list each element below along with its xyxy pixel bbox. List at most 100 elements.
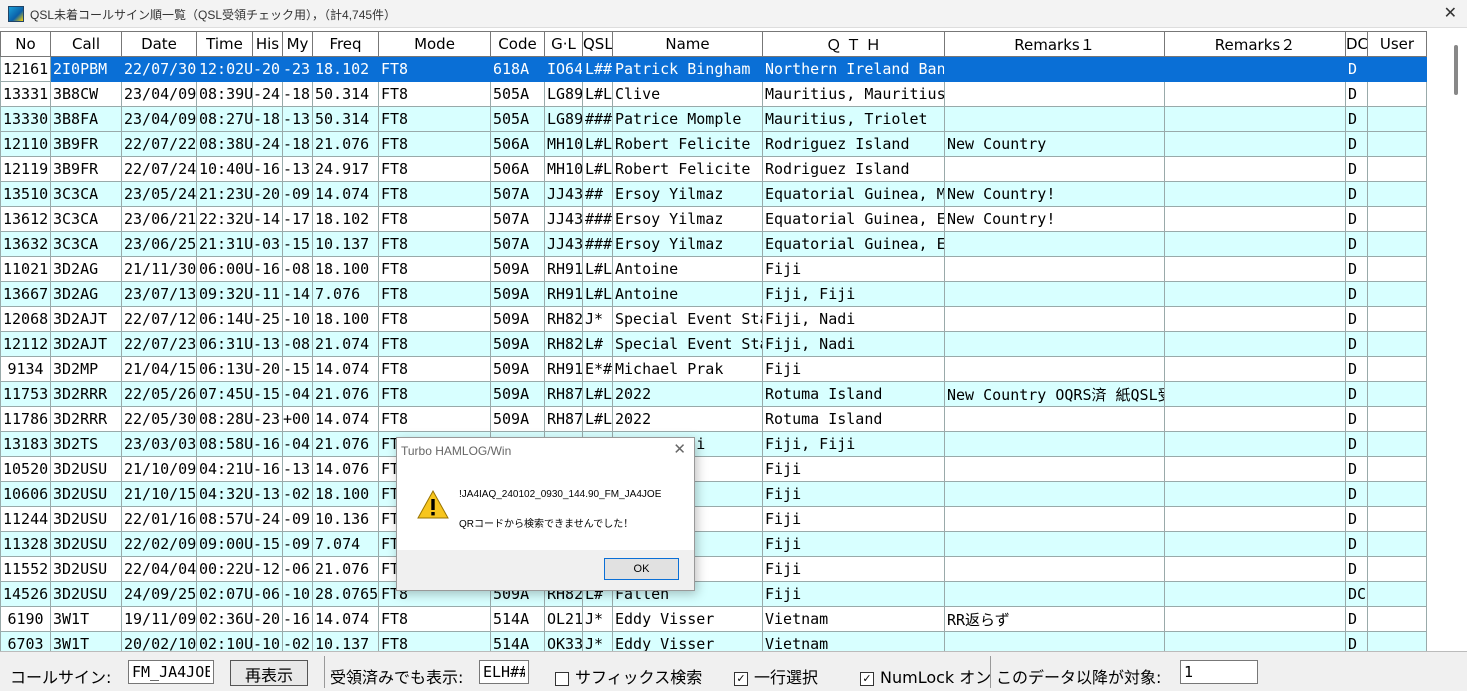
table-cell[interactable]: FT8 — [378, 281, 491, 307]
table-cell[interactable]: E*# — [582, 356, 613, 382]
table-cell[interactable]: -25 — [252, 306, 283, 332]
table-cell[interactable]: -06 — [252, 581, 283, 607]
table-cell[interactable]: 24/09/25 — [121, 581, 197, 607]
table-cell[interactable] — [1164, 156, 1346, 182]
table-cell[interactable]: D — [1345, 431, 1368, 457]
table-cell[interactable] — [1367, 131, 1427, 157]
table-cell[interactable]: L#L — [582, 256, 613, 282]
table-cell[interactable]: -13 — [282, 106, 313, 132]
table-cell[interactable]: 506A — [490, 156, 545, 182]
table-cell[interactable]: -16 — [252, 256, 283, 282]
table-cell[interactable] — [1164, 106, 1346, 132]
table-row[interactable]: 13667 3D2AG 23/07/13 09:32U -11 -14 7.076 FT8 50… — [0, 281, 1427, 307]
table-cell[interactable] — [1164, 631, 1346, 651]
table-cell[interactable]: 07:45U — [196, 381, 253, 407]
table-cell[interactable]: 08:28U — [196, 406, 253, 432]
table-cell[interactable]: New Country! — [944, 181, 1165, 207]
table-cell[interactable]: Antoine — [612, 256, 763, 282]
table-row[interactable]: 12161 2I0PBM 22/07/30 12:02U -20 -23 18.102 FT8… — [0, 56, 1427, 82]
table-cell[interactable]: Robert Felicite — [612, 131, 763, 157]
table-cell[interactable]: Equatorial Guinea, Equ — [762, 231, 945, 257]
table-cell[interactable] — [1367, 231, 1427, 257]
table-cell[interactable]: -08 — [282, 331, 313, 357]
column-header[interactable]: G·L — [544, 31, 583, 57]
table-row[interactable]: 11753 3D2RRR 22/05/26 07:45U -15 -04 21.076 FT8… — [0, 381, 1427, 407]
table-cell[interactable]: -10 — [252, 631, 283, 651]
table-cell[interactable]: D — [1345, 206, 1368, 232]
table-cell[interactable]: D — [1345, 556, 1368, 582]
table-cell[interactable]: 18.102 — [312, 206, 379, 232]
table-cell[interactable]: D — [1345, 331, 1368, 357]
table-cell[interactable] — [1164, 306, 1346, 332]
column-header[interactable]: Ｑ Ｔ Ｈ — [762, 31, 945, 57]
table-cell[interactable]: 12119 — [0, 156, 51, 182]
column-header[interactable]: Code — [490, 31, 545, 57]
table-cell[interactable]: 3D2AG — [50, 281, 122, 307]
table-cell[interactable]: -09 — [282, 506, 313, 532]
table-cell[interactable]: RH87 — [544, 406, 583, 432]
table-cell[interactable]: 12110 — [0, 131, 51, 157]
table-cell[interactable]: 509A — [490, 331, 545, 357]
table-cell[interactable]: 6190 — [0, 606, 51, 632]
ok-button[interactable]: OK — [604, 558, 679, 580]
table-cell[interactable] — [1164, 406, 1346, 432]
table-cell[interactable]: 14.076 — [312, 456, 379, 482]
table-cell[interactable] — [1367, 381, 1427, 407]
table-cell[interactable]: -15 — [252, 381, 283, 407]
table-cell[interactable]: 09:32U — [196, 281, 253, 307]
table-cell[interactable]: -23 — [252, 406, 283, 432]
table-cell[interactable]: 18.100 — [312, 481, 379, 507]
table-row[interactable]: 12110 3B9FR 22/07/22 08:38U -24 -18 21.076 FT8 5… — [0, 131, 1427, 157]
table-row[interactable]: 113283D2USU22/02/0909:00U-15-097.074FT85… — [0, 531, 1427, 557]
table-cell[interactable]: 3D2AJT — [50, 306, 122, 332]
table-cell[interactable]: RH82 — [544, 306, 583, 332]
table-cell[interactable]: -16 — [282, 606, 313, 632]
table-cell[interactable]: 3B8FA — [50, 106, 122, 132]
table-cell[interactable]: 22/07/23 — [121, 331, 197, 357]
table-cell[interactable]: D — [1345, 181, 1368, 207]
table-cell[interactable]: LG89 — [544, 106, 583, 132]
table-cell[interactable]: -15 — [282, 231, 313, 257]
table-cell[interactable]: 18.102 — [312, 56, 379, 82]
table-row[interactable]: 14526 3D2USU 24/09/25 02:07U -06 -10 28.0765 FT… — [0, 581, 1427, 607]
table-cell[interactable]: 7.074 — [312, 531, 379, 557]
table-row[interactable]: 12068 3D2AJT 22/07/12 06:14U -25 -10 18.100 FT8… — [0, 306, 1427, 332]
table-cell[interactable] — [944, 331, 1165, 357]
table-row[interactable]: 13510 3C3CA 23/05/24 21:23U -20 -09 14.074 FT8 5… — [0, 181, 1427, 207]
table-cell[interactable]: RR返らず — [944, 606, 1165, 632]
table-row[interactable]: 10520 3D2USU 21/10/09 04:21U -16 -13 14.076 FT8… — [0, 456, 1427, 482]
table-cell[interactable]: -24 — [252, 131, 283, 157]
table-cell[interactable]: Fiji — [762, 556, 945, 582]
table-cell[interactable]: -16 — [252, 431, 283, 457]
table-cell[interactable]: 3D2AG — [50, 256, 122, 282]
redisplay-button[interactable]: 再表示 — [230, 660, 308, 686]
table-cell[interactable]: 3D2MP — [50, 356, 122, 382]
table-cell[interactable]: 2022 — [612, 381, 763, 407]
table-cell[interactable]: Fiji, Nadi — [762, 331, 945, 357]
table-cell[interactable] — [1367, 406, 1427, 432]
table-cell[interactable]: Ersoy Yilmaz — [612, 231, 763, 257]
table-cell[interactable]: -18 — [282, 131, 313, 157]
table-cell[interactable]: D — [1345, 356, 1368, 382]
table-cell[interactable]: L## — [582, 56, 613, 82]
table-row[interactable]: 11786 3D2RRR 22/05/30 08:28U -23 +00 14.074 FT8… — [0, 406, 1427, 432]
table-row[interactable]: 10606 3D2USU 21/10/15 04:32U -13 -02 18.100 FT8… — [0, 481, 1427, 507]
table-cell[interactable]: RH82 — [544, 331, 583, 357]
table-cell[interactable]: -09 — [282, 531, 313, 557]
table-cell[interactable]: Fiji, Nadi — [762, 306, 945, 332]
table-cell[interactable]: 507A — [490, 181, 545, 207]
table-cell[interactable]: Antoine — [612, 281, 763, 307]
table-cell[interactable]: D — [1345, 156, 1368, 182]
table-cell[interactable]: 02:10U — [196, 631, 253, 651]
table-cell[interactable]: 13331 — [0, 81, 51, 107]
vertical-scrollbar[interactable] — [1427, 31, 1467, 651]
table-cell[interactable]: 06:14U — [196, 306, 253, 332]
table-cell[interactable] — [1164, 356, 1346, 382]
table-cell[interactable]: Eddy Visser — [612, 606, 763, 632]
table-cell[interactable]: 09:00U — [196, 531, 253, 557]
column-header[interactable]: Remarks２ — [1164, 31, 1346, 57]
table-cell[interactable]: 23/04/09 — [121, 81, 197, 107]
table-cell[interactable]: Eddy Visser — [612, 631, 763, 651]
callsign-input[interactable] — [128, 660, 214, 684]
table-cell[interactable]: RH87 — [544, 381, 583, 407]
